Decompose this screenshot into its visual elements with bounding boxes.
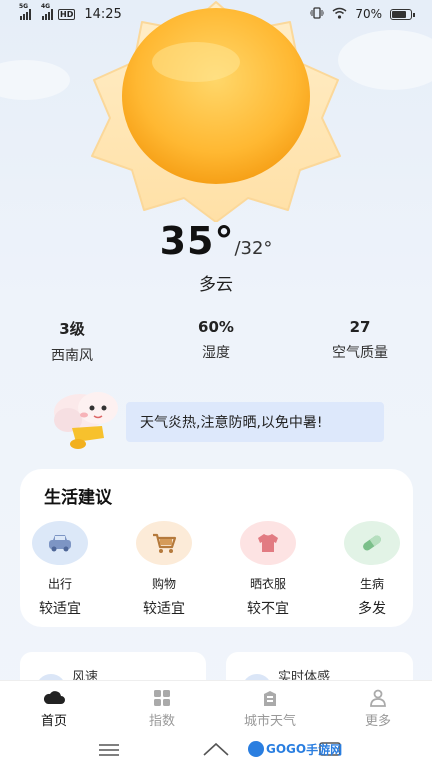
tab-label: 城市天气 [243,714,296,729]
system-navigation-bar [0,734,432,768]
tab-label: 更多 [364,714,391,729]
low-temperature: /32° [234,238,273,259]
stat-label: 空气质量 [332,345,388,361]
hd-badge: HD [58,8,76,20]
advice-name: 出行 [47,577,72,591]
stat-air-quality: 27 空气质量 [288,318,432,365]
tab-label: 指数 [148,714,175,729]
bottom-tab-bar: 首页 指数 城市天气 更多 [0,680,432,734]
advice-item-illness[interactable]: 生病 多发 [332,521,412,618]
temperature-display: 35°/32° [0,219,432,263]
grid-icon [108,689,216,707]
sun-icon [76,0,356,223]
watermark-text-1: GOGO [266,742,307,756]
life-advice-card: 生活建议 出行 较适宜 购物 较适宜 晒衣服 较不宜 生病 多发 [20,469,413,627]
advice-name: 购物 [151,577,176,591]
tab-home[interactable]: 首页 [0,681,108,734]
signal-icon-2: 4G [41,3,53,20]
stat-value: 3级 [59,320,85,338]
advice-item-shopping[interactable]: 购物 较适宜 [124,521,204,618]
battery-icon [390,8,415,20]
tab-index[interactable]: 指数 [108,681,216,734]
advice-status: 多发 [358,601,386,617]
advice-name: 生病 [359,577,384,591]
pill-icon [344,521,400,565]
tab-city-weather[interactable]: 城市天气 [216,681,324,734]
network-type-1: 5G [19,2,29,10]
stat-humidity: 60% 湿度 [144,318,288,365]
advice-name: 晒衣服 [249,577,286,591]
stat-label: 西南风 [51,348,93,364]
weather-condition: 多云 [199,275,233,295]
advice-status: 较适宜 [143,601,185,617]
menu-icon[interactable] [98,742,120,761]
life-advice-title: 生活建议 [44,488,112,508]
watermark: GOGO 手游网 [248,738,342,760]
cart-icon [136,521,192,565]
signal-icon: 5G [19,3,31,20]
stat-wind: 3级 西南风 [0,318,144,365]
advice-status: 较适宜 [39,601,81,617]
home-icon[interactable] [202,740,230,760]
mascot-icon [50,390,126,452]
advice-status: 较不宜 [247,601,289,617]
advice-item-laundry[interactable]: 晒衣服 较不宜 [228,521,308,618]
cloud-icon [0,689,108,707]
building-icon [216,689,324,707]
cloud-decoration-left [0,60,70,100]
network-type-2: 4G [41,2,51,10]
watermark-text-2: 手游网 [306,742,343,757]
current-temperature: 35° [159,219,235,263]
weather-tip: 天气炎热,注意防晒,以免中暑! [126,402,384,442]
tab-label: 首页 [40,714,67,729]
stat-value: 60% [198,318,234,336]
car-icon [32,521,88,565]
user-icon [324,689,432,707]
shirt-icon [240,521,296,565]
weather-stats: 3级 西南风 60% 湿度 27 空气质量 [0,318,432,365]
stat-label: 湿度 [202,345,230,361]
stat-value: 27 [349,318,371,336]
battery-percent: 70% [355,7,382,21]
watermark-logo-icon [248,741,264,757]
advice-item-travel[interactable]: 出行 较适宜 [20,521,100,618]
tab-more[interactable]: 更多 [324,681,432,734]
